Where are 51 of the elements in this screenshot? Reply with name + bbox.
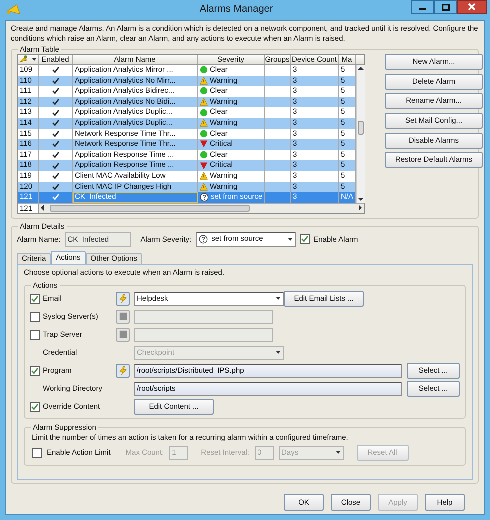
question-icon	[198, 234, 208, 244]
caret-icon	[276, 297, 281, 300]
checkbox[interactable]	[30, 402, 40, 412]
caret-icon	[276, 351, 281, 354]
circle-icon	[200, 66, 208, 74]
checkbox[interactable]	[30, 312, 40, 322]
window-title: Alarms Manager	[198, 3, 274, 17]
check-icon	[31, 294, 39, 303]
vertical-scrollbar[interactable]	[356, 65, 365, 203]
down-triangle-icon	[200, 162, 208, 170]
checkbox[interactable]	[30, 294, 40, 304]
scroll-thumb[interactable]	[50, 204, 250, 212]
circle-icon	[200, 87, 208, 96]
circle-icon	[200, 151, 208, 160]
square-icon	[118, 330, 128, 340]
text-field[interactable]	[134, 328, 273, 342]
check-icon	[31, 366, 39, 375]
horizontal-scrollbar[interactable]	[39, 204, 364, 213]
square-icon	[118, 312, 128, 322]
scroll-thumb[interactable]	[358, 120, 364, 135]
question-icon	[200, 192, 209, 202]
bolt-icon	[118, 366, 128, 376]
caret-icon	[32, 58, 37, 61]
column-menu-icon	[19, 55, 28, 64]
down-arrow-icon	[357, 196, 365, 203]
picker-button[interactable]	[116, 364, 130, 378]
checkbox[interactable]	[30, 366, 40, 376]
bolt-icon	[118, 294, 128, 304]
caret-icon	[288, 238, 293, 241]
warning-icon	[200, 98, 208, 106]
text-field[interactable]	[134, 310, 273, 324]
up-arrow-icon	[357, 65, 365, 72]
maximize-icon	[442, 4, 450, 10]
down-triangle-icon	[200, 140, 208, 148]
warning-icon	[200, 76, 208, 85]
checkbox[interactable]	[30, 330, 40, 340]
minimize-button[interactable]	[411, 0, 434, 14]
picker-button[interactable]	[116, 292, 130, 306]
checkbox[interactable]	[32, 448, 42, 458]
circle-icon	[200, 108, 208, 117]
checkbox[interactable]	[300, 234, 310, 244]
close-button[interactable]	[457, 0, 487, 14]
maximize-button[interactable]	[434, 0, 457, 14]
warning-icon	[200, 119, 208, 128]
left-arrow-icon	[39, 204, 46, 212]
close-icon	[468, 3, 476, 11]
check-icon	[300, 235, 309, 244]
circle-icon	[200, 130, 208, 138]
check-icon	[31, 402, 39, 411]
caret-icon	[336, 451, 341, 454]
right-arrow-icon	[357, 204, 364, 212]
